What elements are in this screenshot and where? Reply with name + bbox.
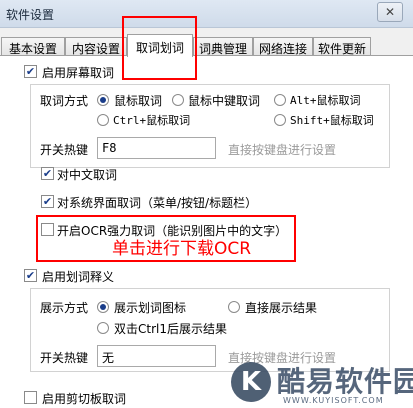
radio-show-selection-icon-label: 展示划词图标 <box>114 301 187 315</box>
system-ui-capture-checkbox[interactable]: ✔ <box>41 195 54 208</box>
enable-clipboard-label: 启用剪切板取词 <box>42 392 127 406</box>
chinese-capture-label: 对中文取词 <box>57 168 118 182</box>
close-icon: ✕ <box>384 5 396 19</box>
watermark-logo-icon: K <box>231 362 271 402</box>
watermark-name: 酷易软件园 <box>277 365 413 398</box>
radio-double-ctrl-show-label: 双击Ctrl1后展示结果 <box>114 322 227 336</box>
close-button[interactable]: ✕ <box>377 2 403 22</box>
radio-show-result-directly[interactable] <box>228 301 240 313</box>
enable-selection-label: 启用划词释义 <box>42 270 115 284</box>
capture-method-label: 取词方式 <box>40 94 89 108</box>
capture-hotkey-label: 开关热键 <box>40 143 89 157</box>
chinese-capture-checkbox[interactable]: ✔ <box>41 167 54 180</box>
checkmark-icon: ✔ <box>42 195 53 208</box>
capture-hotkey-hint: 直接按键盘进行设置 <box>228 143 337 157</box>
checkmark-icon: ✔ <box>25 269 36 282</box>
download-ocr-annotation: 单击进行下载OCR <box>112 239 252 259</box>
tab-dictionary-management[interactable]: 词典管理 <box>193 37 253 56</box>
tab-network-connection[interactable]: 网络连接 <box>253 37 313 56</box>
tab-basic-settings[interactable]: 基本设置 <box>1 37 65 56</box>
radio-middle-button-capture-label: 鼠标中键取词 <box>188 94 261 108</box>
enable-clipboard-checkbox[interactable] <box>24 391 37 404</box>
radio-shift-mouse-capture[interactable] <box>274 114 286 126</box>
radio-show-result-directly-label: 直接展示结果 <box>245 301 318 315</box>
radio-ctrl-mouse-capture-label: Ctrl+鼠标取词 <box>113 114 191 127</box>
tab-software-update[interactable]: 软件更新 <box>313 37 371 56</box>
radio-alt-mouse-capture[interactable] <box>274 94 286 106</box>
settings-tabs: 基本设置 内容设置 取词划词 词典管理 网络连接 软件更新 <box>0 34 413 57</box>
radio-middle-button-capture[interactable] <box>172 94 184 106</box>
watermark: K 酷易软件园 WWW.KUYISOFT.COM <box>225 360 413 408</box>
capture-hotkey-input[interactable]: F8 <box>97 137 216 159</box>
radio-double-ctrl-show[interactable] <box>97 322 109 334</box>
radio-shift-mouse-capture-label: Shift+鼠标取词 <box>290 114 374 127</box>
tab-highlight-box <box>122 16 197 80</box>
radio-alt-mouse-capture-label: Alt+鼠标取词 <box>290 94 361 107</box>
enable-screen-capture-checkbox[interactable]: ✔ <box>24 65 37 78</box>
window-title: 软件设置 <box>6 8 55 22</box>
title-bar: 软件设置 ✕ <box>0 0 413 28</box>
selection-hotkey-label: 开关热键 <box>40 351 89 365</box>
radio-show-selection-icon[interactable] <box>97 301 109 313</box>
tab-content-settings[interactable]: 内容设置 <box>65 37 127 56</box>
checkmark-icon: ✔ <box>42 167 53 180</box>
radio-mouse-capture-label: 鼠标取词 <box>114 94 163 108</box>
radio-ctrl-mouse-capture[interactable] <box>97 114 109 126</box>
watermark-url: WWW.KUYISOFT.COM <box>283 396 384 405</box>
display-method-label: 展示方式 <box>40 301 89 315</box>
enable-selection-checkbox[interactable]: ✔ <box>24 269 37 282</box>
radio-mouse-capture[interactable] <box>97 94 109 106</box>
selection-hotkey-input[interactable]: 无 <box>97 345 216 367</box>
checkmark-icon: ✔ <box>25 65 36 78</box>
system-ui-capture-label: 对系统界面取词（菜单/按钮/标题栏） <box>57 196 258 210</box>
enable-screen-capture-label: 启用屏幕取词 <box>42 66 115 80</box>
